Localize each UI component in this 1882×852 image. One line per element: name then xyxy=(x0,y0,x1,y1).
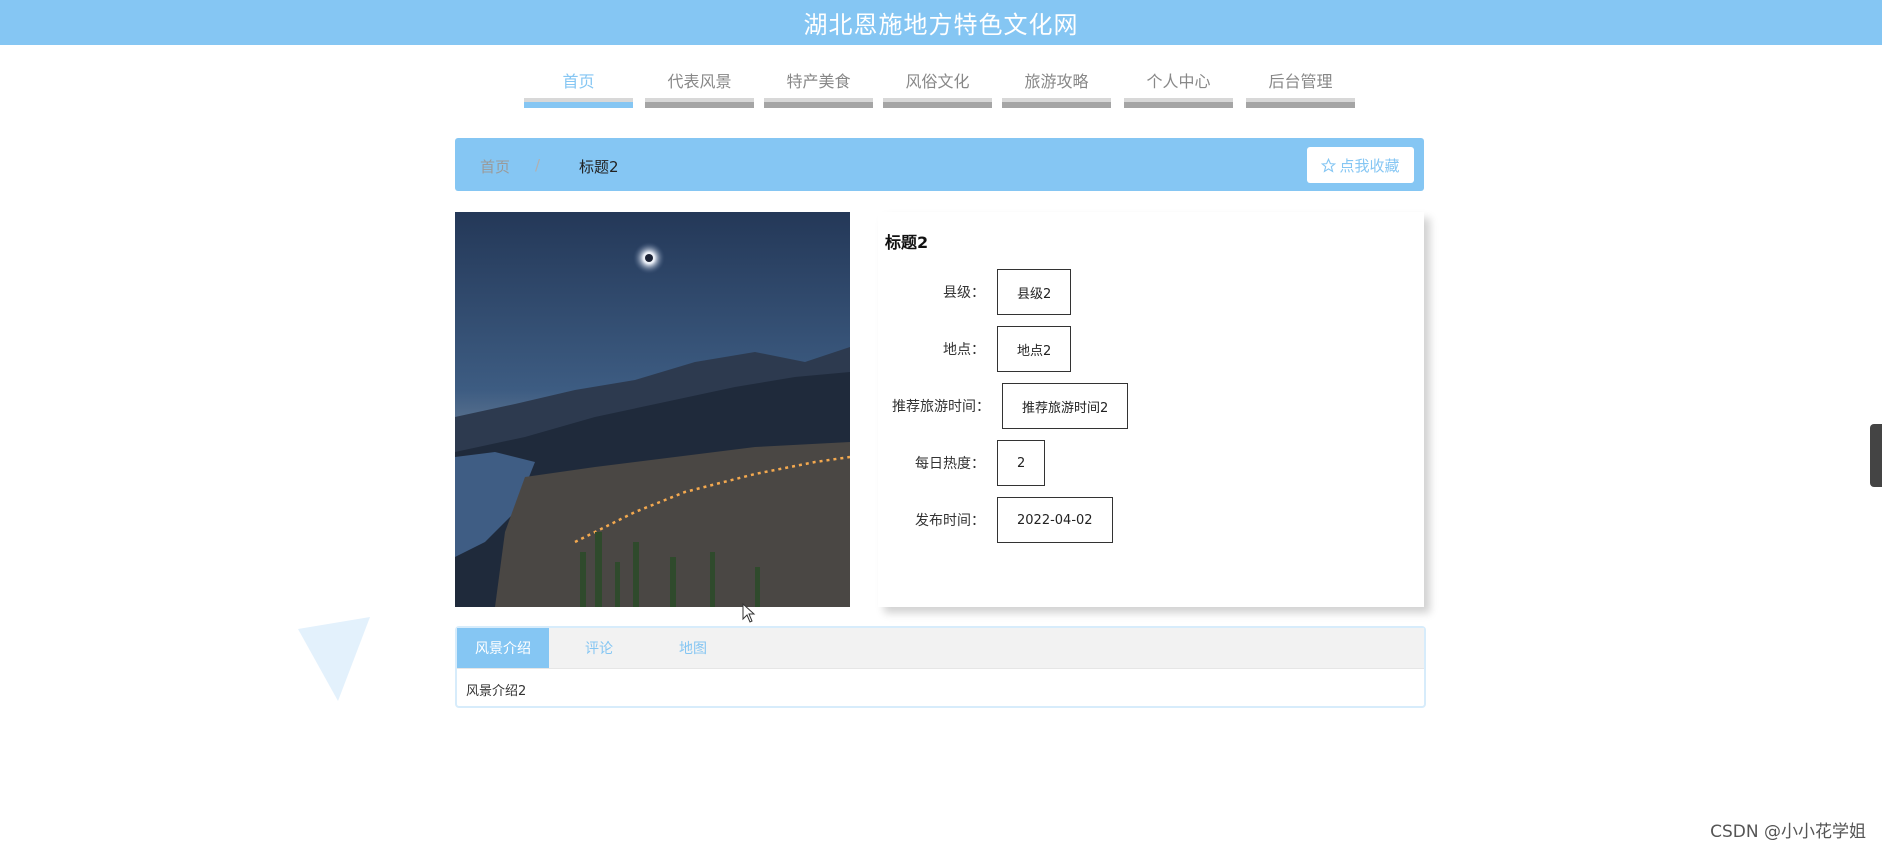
field-value: 地点2 xyxy=(997,326,1072,372)
site-header: 湖北恩施地方特色文化网 xyxy=(0,0,1882,45)
star-outline-icon xyxy=(1321,157,1337,173)
nav-underline xyxy=(645,98,754,108)
field-label: 发布时间： xyxy=(915,513,985,529)
detail-tabs: 风景介绍 评论 地图 风景介绍2 xyxy=(455,626,1426,708)
field-county: 县级： 县级2 xyxy=(885,269,1072,315)
breadcrumb: 首页 / 标题2 点我收藏 xyxy=(455,138,1424,191)
nav-item-customs[interactable]: 风俗文化 xyxy=(883,60,992,108)
main-nav: 首页 代表风景 特产美食 风俗文化 旅游攻略 个人中心 后台管理 xyxy=(524,60,1356,110)
nav-label: 后台管理 xyxy=(1268,72,1333,91)
nav-item-food[interactable]: 特产美食 xyxy=(764,60,873,108)
favorite-button[interactable]: 点我收藏 xyxy=(1307,147,1414,183)
field-label: 地点： xyxy=(943,342,985,358)
side-panel-handle[interactable] xyxy=(1870,424,1882,487)
nav-label: 风俗文化 xyxy=(905,72,970,91)
nav-label: 个人中心 xyxy=(1146,72,1211,91)
field-label: 每日热度： xyxy=(915,456,985,472)
mouse-cursor-icon xyxy=(742,603,756,623)
nav-item-travel-guide[interactable]: 旅游攻略 xyxy=(1002,60,1111,108)
tab-comments[interactable]: 评论 xyxy=(553,628,645,668)
nav-label: 特产美食 xyxy=(786,72,851,91)
nav-label: 旅游攻略 xyxy=(1024,72,1089,91)
nav-underline xyxy=(764,98,873,108)
field-value: 推荐旅游时间2 xyxy=(1002,383,1129,429)
detail-title: 标题2 xyxy=(885,233,929,252)
nav-underline xyxy=(1124,98,1233,108)
field-label: 推荐旅游时间： xyxy=(892,399,990,415)
tab-header: 风景介绍 评论 地图 xyxy=(457,628,1424,669)
field-location: 地点： 地点2 xyxy=(885,326,1072,372)
nav-item-scenery[interactable]: 代表风景 xyxy=(645,60,754,108)
field-value: 县级2 xyxy=(997,269,1072,315)
site-title: 湖北恩施地方特色文化网 xyxy=(803,11,1079,39)
nav-underline xyxy=(1002,98,1111,108)
tab-content: 风景介绍2 xyxy=(466,684,527,699)
nav-item-home[interactable]: 首页 xyxy=(524,60,633,108)
nav-underline xyxy=(524,98,633,108)
nav-label: 首页 xyxy=(562,72,595,91)
favorite-label: 点我收藏 xyxy=(1339,156,1400,175)
nav-item-admin[interactable]: 后台管理 xyxy=(1246,60,1355,108)
watermark: CSDN @小小花学姐 xyxy=(1710,822,1866,842)
nav-label: 代表风景 xyxy=(667,72,732,91)
scenery-photo xyxy=(455,212,850,607)
field-recommended-time: 推荐旅游时间： 推荐旅游时间2 xyxy=(885,383,1129,429)
field-value: 2022-04-02 xyxy=(997,497,1113,543)
breadcrumb-current: 标题2 xyxy=(579,158,619,176)
field-label: 县级： xyxy=(943,285,985,301)
detail-panel: 标题2 县级： 县级2 地点： 地点2 推荐旅游时间： 推荐旅游时间2 每日热度… xyxy=(878,212,1424,607)
nav-item-profile[interactable]: 个人中心 xyxy=(1124,60,1233,108)
tab-scenery-intro[interactable]: 风景介绍 xyxy=(457,628,549,668)
nav-underline xyxy=(883,98,992,108)
field-publish-date: 发布时间： 2022-04-02 xyxy=(885,497,1113,543)
tab-map[interactable]: 地图 xyxy=(647,628,739,668)
breadcrumb-home-link[interactable]: 首页 xyxy=(480,156,510,177)
nav-underline xyxy=(1246,98,1355,108)
decorative-triangle xyxy=(298,617,370,701)
breadcrumb-separator: / xyxy=(535,156,541,174)
field-daily-heat: 每日热度： 2 xyxy=(885,440,1046,486)
field-value: 2 xyxy=(997,440,1046,486)
